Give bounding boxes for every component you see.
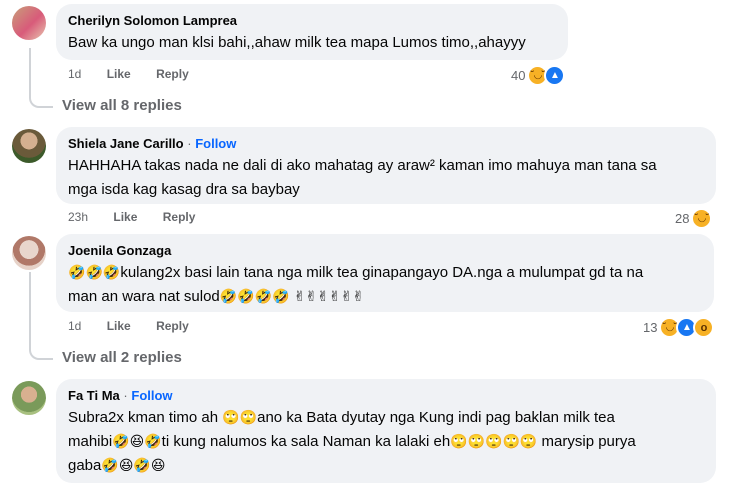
rofl-emoji-icon: 🤣 — [272, 288, 290, 304]
comment-text: 🤣🤣🤣kulang2x basi lain tana nga milk tea … — [68, 261, 702, 309]
comment-text-segment: marysip purya — [537, 433, 636, 450]
reply-button[interactable]: Reply — [156, 319, 189, 333]
comment-text-segment: mahibi — [68, 433, 113, 450]
haha-emoji-icon: 😆 — [129, 433, 145, 449]
comment-bubble: Shiela Jane Carillo · Follow HAHHAHA tak… — [56, 127, 716, 204]
comment-time[interactable]: 1d — [68, 319, 81, 333]
comment-bubble: Joenila Gonzaga 🤣🤣🤣kulang2x basi lain ta… — [56, 234, 714, 312]
victory-hand-icon: ✌ — [340, 288, 353, 304]
rofl-emoji-icon: 🤣 — [133, 457, 151, 473]
view-replies-link[interactable]: View all 2 replies — [62, 349, 182, 366]
rofl-emoji-icon: 🤣 — [85, 264, 103, 280]
rofl-emoji-icon: 🤣 — [68, 264, 86, 280]
avatar[interactable] — [12, 6, 46, 40]
reply-button[interactable]: Reply — [156, 67, 189, 81]
rolling-eyes-emoji-icon: 🙄 — [467, 433, 486, 449]
avatar[interactable] — [12, 236, 46, 270]
comment-author-line: Fa Ti Ma · Follow — [68, 387, 704, 404]
comment-text-line: HAHHAHA takas nada ne dali di ako mahata… — [68, 157, 657, 174]
comment-text-line: Subra2x kman timo ah 🙄🙄ano ka Bata dyuta… — [68, 406, 704, 430]
rofl-emoji-icon: 🤣 — [112, 433, 130, 449]
comment-text-segment: ano ka Bata dyutay nga Kung indi pag bak… — [257, 409, 615, 426]
thread-line — [29, 272, 31, 324]
comment-text-line: mga isda kag kasag dra sa baybay — [68, 181, 300, 198]
comment-text-segment: man an wara nat sulod — [68, 288, 220, 305]
comment-bubble: Fa Ti Ma · Follow Subra2x kman timo ah 🙄… — [56, 379, 716, 483]
reaction-summary[interactable]: 28 ˘◡˘ — [675, 208, 713, 229]
victory-hand-icon: ✌ — [328, 288, 341, 304]
haha-emoji-icon: 😆 — [150, 457, 166, 473]
thread-connector — [29, 78, 53, 108]
comment-text-segment: kulang2x basi lain tana nga milk tea gin… — [120, 264, 644, 281]
rolling-eyes-emoji-icon: 🙄 — [502, 433, 520, 449]
comment-text-line: 🤣🤣🤣kulang2x basi lain tana nga milk tea … — [68, 261, 702, 285]
comment-text: Baw ka ungo man klsi bahi,,ahaw milk tea… — [68, 34, 526, 51]
comment-text-line: mahibi🤣😆🤣ti kung nalumos ka sala Naman k… — [68, 430, 704, 454]
rolling-eyes-emoji-icon: 🙄 — [450, 433, 468, 449]
reaction-summary[interactable]: 13 ˘◡˘ ▲ o — [643, 317, 715, 338]
victory-hand-icon: ✌ — [305, 288, 318, 304]
haha-emoji-icon: 😆 — [118, 457, 134, 473]
comment-text: HAHHAHA takas nada ne dali di ako mahata… — [68, 154, 704, 202]
separator-dot: · — [187, 136, 192, 151]
rolling-eyes-emoji-icon: 🙄 — [485, 433, 503, 449]
wow-reaction-icon: o — [693, 317, 715, 338]
avatar[interactable] — [12, 381, 46, 415]
rolling-eyes-emoji-icon: 🙄 — [239, 409, 258, 425]
comment-time[interactable]: 1d — [68, 67, 81, 81]
rofl-emoji-icon: 🤣 — [254, 288, 273, 304]
follow-button[interactable]: Follow — [131, 388, 172, 403]
comment-bubble: Cherilyn Solomon Lamprea Baw ka ungo man… — [56, 4, 568, 60]
rofl-emoji-icon: 🤣 — [144, 433, 162, 449]
comment-time[interactable]: 23h — [68, 210, 88, 224]
comment-author[interactable]: Fa Ti Ma — [68, 388, 120, 403]
avatar[interactable] — [12, 129, 46, 163]
separator-dot: · — [123, 388, 128, 403]
reaction-count: 28 — [675, 211, 690, 226]
haha-reaction-icon: ˘◡˘ — [691, 208, 713, 229]
like-button[interactable]: Like — [107, 319, 131, 333]
rolling-eyes-emoji-icon: 🙄 — [222, 409, 240, 425]
victory-hand-icon: ✌ — [352, 288, 365, 304]
like-button[interactable]: Like — [107, 67, 131, 81]
rofl-emoji-icon: 🤣 — [101, 457, 119, 473]
comment-actions: 23h Like Reply — [68, 210, 217, 224]
comment-author[interactable]: Joenila Gonzaga — [68, 242, 702, 259]
view-replies-link[interactable]: View all 8 replies — [62, 97, 182, 114]
like-reaction-icon: ▲ — [544, 65, 566, 86]
comment-actions: 1d Like Reply — [68, 319, 211, 333]
comment-text-line: man an wara nat sulod🤣🤣🤣🤣 ✌✌✌✌✌✌ — [68, 285, 702, 309]
comment-text-segment: gaba — [68, 457, 102, 474]
rofl-emoji-icon: 🤣 — [102, 264, 121, 280]
follow-button[interactable]: Follow — [195, 136, 236, 151]
comment-text-segment: ti kung nalumos ka sala Naman ka lalaki … — [161, 433, 451, 450]
reaction-count: 13 — [643, 320, 658, 335]
victory-hand-icon: ✌ — [293, 288, 306, 304]
reply-button[interactable]: Reply — [163, 210, 196, 224]
comment-text-segment: Subra2x kman timo ah — [68, 409, 223, 426]
rolling-eyes-emoji-icon: 🙄 — [519, 433, 538, 449]
reaction-count: 40 — [511, 68, 526, 83]
rofl-emoji-icon: 🤣 — [237, 288, 255, 304]
comment-text-line: gaba🤣😆🤣😆 — [68, 454, 704, 478]
victory-hand-icon: ✌ — [317, 288, 329, 304]
comment-author-line: Shiela Jane Carillo · Follow — [68, 135, 704, 152]
comment-author[interactable]: Cherilyn Solomon Lamprea — [68, 12, 556, 29]
comment-text: Subra2x kman timo ah 🙄🙄ano ka Bata dyuta… — [68, 406, 704, 478]
thread-connector — [29, 320, 53, 360]
rofl-emoji-icon: 🤣 — [219, 288, 238, 304]
comment-author[interactable]: Shiela Jane Carillo — [68, 136, 184, 151]
comment-actions: 1d Like Reply — [68, 67, 211, 81]
reaction-summary[interactable]: 40 ˘◡˘ ▲ — [511, 65, 566, 86]
like-button[interactable]: Like — [113, 210, 137, 224]
